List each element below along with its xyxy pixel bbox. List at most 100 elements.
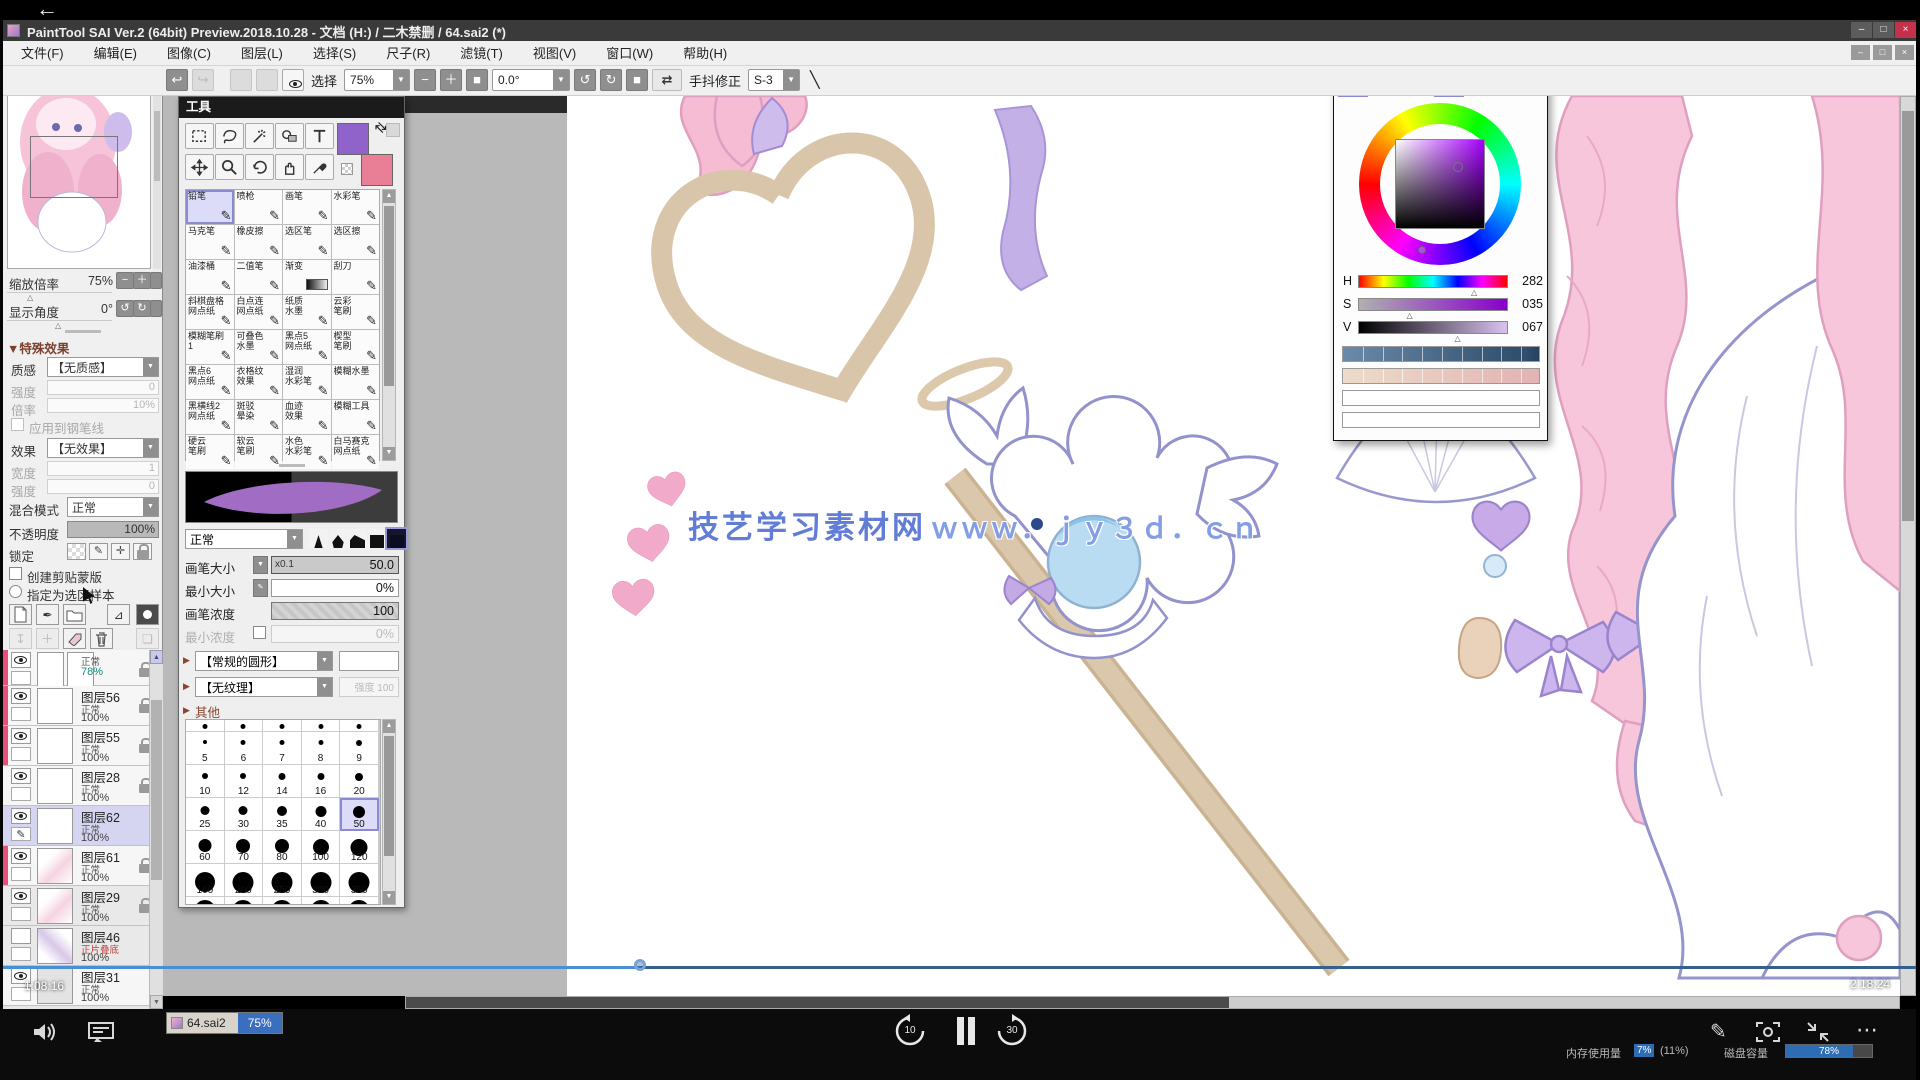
tool-模糊工具[interactable]: 模糊工具✎ [332, 400, 380, 434]
undo-button[interactable]: ↩ [166, 69, 188, 91]
minimize-button[interactable]: – [1851, 22, 1872, 38]
effect-strength-field[interactable]: 0 [47, 479, 159, 494]
layer-visibility-toggle[interactable] [11, 928, 31, 944]
menu-item-9[interactable]: 帮助(H) [668, 41, 742, 66]
min-size-pressure-button[interactable]: ✎ [253, 579, 268, 597]
hand-tool-button[interactable] [275, 154, 304, 180]
tool-湿润水彩笔[interactable]: 湿润 水彩笔✎ [283, 365, 331, 399]
layer-edit-slot[interactable] [11, 747, 31, 761]
menu-item-8[interactable]: 窗口(W) [591, 41, 668, 66]
tool-云彩笔刷[interactable]: 云彩 笔刷✎ [332, 295, 380, 329]
transform-button[interactable]: ⊿ [107, 604, 130, 625]
new-folder-button[interactable] [63, 604, 86, 625]
menu-item-6[interactable]: 滤镜(T) [445, 41, 518, 66]
brush-size-partial[interactable] [340, 897, 379, 905]
opacity-slider[interactable]: 100% [67, 521, 159, 538]
slider-track[interactable] [1358, 298, 1508, 311]
tool-黑横线2网点纸[interactable]: 黑横线2 网点纸✎ [186, 400, 234, 434]
layer-thumbnail[interactable] [37, 848, 73, 884]
tool-panel-title[interactable]: 工具 [179, 97, 404, 118]
flip-button[interactable]: ⇄ [652, 69, 682, 91]
expand-arrow-icon[interactable]: ▶ [183, 705, 190, 716]
hsv-slider-H[interactable]: H282△ [1334, 273, 1549, 293]
brush-size-160[interactable]: 160 [186, 864, 225, 897]
min-size-field[interactable]: 0% [271, 579, 399, 597]
brush-size-6[interactable]: 6 [225, 732, 264, 765]
tb-extra1-button[interactable] [230, 69, 252, 91]
canvas-vscrollbar[interactable] [1900, 96, 1916, 996]
brush-size-20[interactable]: 20 [340, 765, 379, 798]
tool-血迹效果[interactable]: 血迹 效果✎ [283, 400, 331, 434]
layer-row-图层55[interactable]: 图层55正常100% [3, 726, 149, 766]
scroll-down-button[interactable]: ▼ [150, 995, 163, 1009]
panel-resize-handle[interactable] [65, 330, 101, 333]
brush-tip-shape-1[interactable] [329, 529, 348, 548]
pause-button[interactable] [953, 1017, 979, 1045]
brush-texture-select[interactable]: 【无纹理】▼ [195, 677, 333, 697]
mask-button[interactable] [136, 604, 159, 625]
rotate-reset-button[interactable]: ■ [626, 69, 648, 91]
nav-zoom-slider[interactable] [7, 292, 112, 293]
brush-size-partial[interactable] [340, 720, 379, 732]
brush-size-120[interactable]: 120 [340, 831, 379, 864]
swatch-strip-3[interactable] [1342, 412, 1540, 428]
brush-size-250[interactable]: 250 [263, 864, 302, 897]
tool-纸质水墨[interactable]: 纸质 水墨✎ [283, 295, 331, 329]
layer-edit-slot[interactable] [11, 707, 31, 721]
layer-visibility-toggle[interactable] [11, 888, 31, 904]
tool-画笔[interactable]: 画笔✎ [283, 190, 331, 224]
min-density-field[interactable]: 0% [271, 625, 399, 643]
doc-restore-button[interactable]: □ [1873, 45, 1892, 60]
layer-scrollbar-thumb[interactable] [151, 700, 162, 880]
swatch-strip-2[interactable] [1342, 390, 1540, 406]
tool-油漆桶[interactable]: 油漆桶✎ [186, 260, 234, 294]
tool-橡皮擦[interactable]: 橡皮擦✎ [235, 225, 283, 259]
tool-水彩笔[interactable]: 水彩笔✎ [332, 190, 380, 224]
layer-row-图层62[interactable]: ✎图层62正常100% [3, 806, 149, 846]
progress-handle[interactable] [634, 959, 646, 971]
brush-size-350[interactable]: 350 [340, 864, 379, 897]
vscrollbar-thumb[interactable] [1902, 111, 1914, 521]
blend-mode-select[interactable]: 正常▼ [67, 497, 159, 517]
back-button[interactable]: ← [36, 0, 58, 22]
view-eye-button[interactable] [282, 69, 304, 91]
rotate-ccw-button[interactable]: ↺ [574, 69, 596, 91]
tool-刮刀[interactable]: 刮刀✎ [332, 260, 380, 294]
selection-source-radio[interactable] [9, 585, 22, 598]
tool-选区擦[interactable]: 选区擦✎ [332, 225, 380, 259]
zoom-in-button[interactable]: ＋ [440, 69, 462, 91]
magic-wand-tool-button[interactable] [245, 123, 274, 149]
tool-白马赛克网点纸[interactable]: 白马赛克 网点纸✎ [332, 435, 380, 469]
angle-select[interactable]: 0.0°▼ [492, 69, 570, 91]
swatch-strip-1[interactable] [1342, 368, 1540, 384]
navigator-thumbnail[interactable] [7, 71, 151, 269]
brush-size-8[interactable]: 8 [302, 732, 341, 765]
layer-thumbnail[interactable] [37, 768, 73, 804]
layer-thumbnail[interactable] [37, 652, 64, 688]
tool-衣格纹效果[interactable]: 衣格纹 效果✎ [235, 365, 283, 399]
tool-渐变[interactable]: 渐变 [283, 260, 331, 294]
effect-width-field[interactable]: 1 [47, 461, 159, 476]
tool-喷枪[interactable]: 喷枪✎ [235, 190, 283, 224]
scroll-up-button[interactable]: ▲ [150, 650, 163, 664]
layer-thumbnail[interactable] [37, 808, 73, 844]
size-grid-scrollbar[interactable]: ▲▼ [382, 719, 396, 905]
layer-visibility-toggle[interactable] [11, 652, 31, 668]
video-progress-bar[interactable] [0, 966, 1920, 969]
tool-二值笔[interactable]: 二值笔✎ [235, 260, 283, 294]
tool-铅笔[interactable]: 铅笔✎ [186, 190, 234, 224]
lock-pencil-button[interactable]: ✎ [89, 543, 108, 560]
brush-size-partial[interactable] [263, 720, 302, 732]
document-tab-chip[interactable]: 64.sai2 75% [166, 1012, 283, 1034]
layer-visibility-toggle[interactable] [11, 848, 31, 864]
brush-size-10[interactable]: 10 [186, 765, 225, 798]
texture-scale-field[interactable]: 10% [47, 398, 159, 413]
clip-group-button[interactable]: ❏ [136, 628, 159, 649]
stabilizer-select[interactable]: S-3▼ [748, 69, 800, 91]
tool-模糊笔刷1[interactable]: 模糊笔刷 1✎ [186, 330, 234, 364]
tool-斜棋盘格网点纸[interactable]: 斜棋盘格 网点纸✎ [186, 295, 234, 329]
menu-item-1[interactable]: 编辑(E) [79, 41, 152, 66]
clear-layer-button[interactable] [63, 628, 86, 649]
layer-row-图层28[interactable]: 图层28正常100% [3, 766, 149, 806]
layer-row-图层56[interactable]: 图层56正常100% [3, 686, 149, 726]
